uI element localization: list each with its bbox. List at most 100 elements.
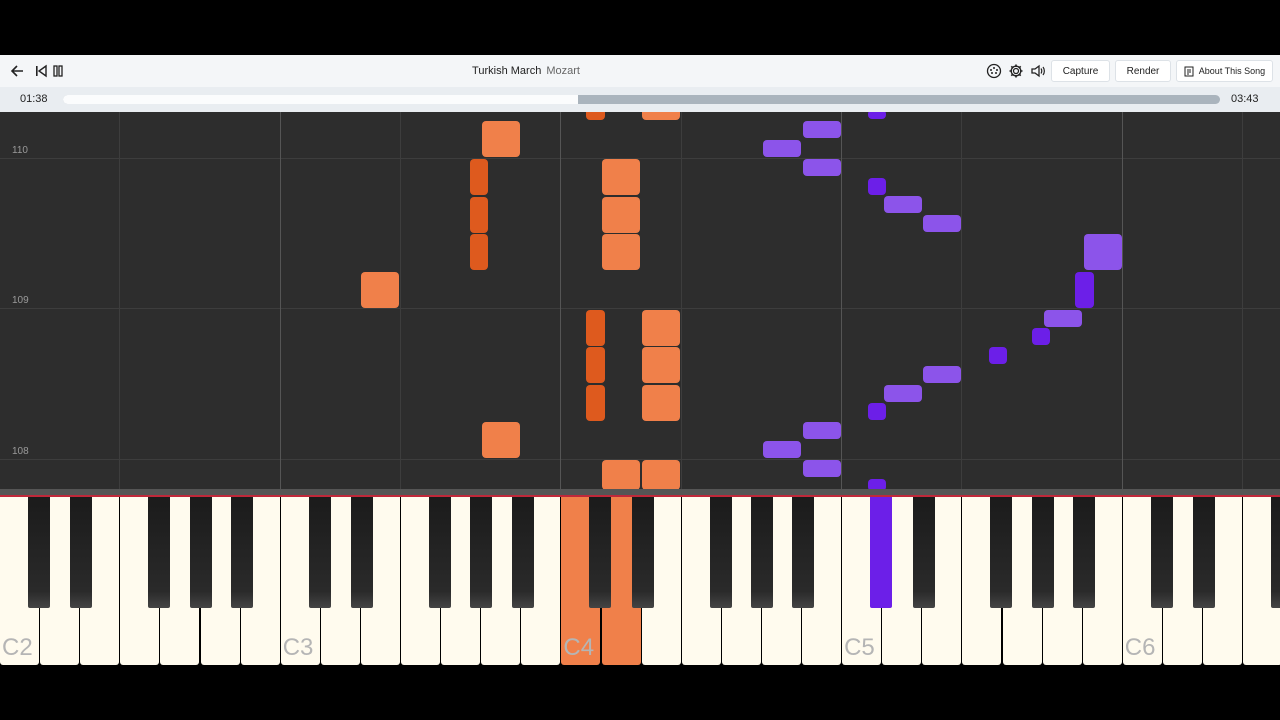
piano-key-a-sharp5[interactable]	[1072, 497, 1095, 608]
left-hand-note	[803, 121, 841, 138]
right-hand-note	[602, 234, 640, 270]
song-title-text: Turkish March	[472, 65, 542, 77]
octave-label: C5	[844, 634, 875, 661]
piano-key-c-sharp5[interactable]	[870, 497, 892, 608]
playhead-line	[0, 489, 1280, 497]
left-hand-note	[923, 215, 961, 232]
right-hand-note	[642, 112, 680, 120]
piano-key-d-sharp4[interactable]	[631, 497, 654, 608]
right-hand-note	[602, 460, 640, 489]
render-button[interactable]: Render	[1115, 60, 1171, 82]
piano-key-c-sharp3[interactable]	[308, 497, 331, 608]
piano-key-a-sharp3[interactable]	[511, 497, 534, 608]
left-hand-note	[884, 196, 922, 213]
right-hand-note	[586, 112, 605, 120]
speaker-icon[interactable]	[1029, 62, 1047, 80]
right-hand-note	[602, 159, 640, 195]
left-hand-note	[868, 178, 886, 195]
midi-port-icon[interactable]	[985, 62, 1003, 80]
piano-key-c-sharp4[interactable]	[589, 497, 612, 608]
left-hand-note	[763, 140, 801, 157]
octave-guide-line	[560, 112, 562, 489]
left-hand-note	[1075, 272, 1094, 308]
piano-key-f-sharp4[interactable]	[709, 497, 732, 608]
left-hand-note	[868, 479, 886, 489]
piano-key-d-sharp5[interactable]	[912, 497, 935, 608]
piano-key-g-sharp4[interactable]	[750, 497, 773, 608]
left-hand-note	[868, 403, 886, 420]
right-hand-note	[642, 347, 680, 383]
right-hand-note	[602, 197, 640, 233]
seek-slider[interactable]	[63, 95, 1220, 104]
right-hand-note	[482, 121, 520, 157]
measure-line	[0, 158, 1280, 159]
song-composer: Mozart	[546, 65, 580, 77]
left-hand-note	[868, 112, 886, 119]
right-hand-note	[470, 197, 488, 233]
piano-key-d-sharp3[interactable]	[351, 497, 374, 608]
piano-key-a-sharp4[interactable]	[792, 497, 815, 608]
piano-key-d-sharp2[interactable]	[70, 497, 93, 608]
piano-key-f-sharp3[interactable]	[428, 497, 451, 608]
measure-line	[0, 459, 1280, 460]
right-hand-note	[586, 385, 605, 421]
guide-line	[1242, 112, 1244, 489]
guide-line	[961, 112, 963, 489]
measure-number: 109	[12, 295, 29, 306]
measure-number: 108	[12, 446, 29, 457]
piano-roll: 110 109 108	[0, 112, 1280, 489]
right-hand-note	[642, 460, 680, 489]
total-time: 03:43	[1231, 93, 1259, 105]
left-hand-note	[1084, 234, 1122, 270]
octave-label: C6	[1124, 634, 1156, 661]
left-hand-note	[884, 385, 922, 402]
measure-number: 110	[12, 145, 28, 156]
about-song-button[interactable]: About This Song	[1176, 60, 1273, 82]
guide-line	[400, 112, 401, 489]
seek-slider-fill	[63, 95, 578, 104]
piano-key-g-sharp5[interactable]	[1031, 497, 1054, 608]
octave-label: C4	[563, 634, 595, 661]
left-hand-note	[923, 366, 961, 383]
piano-key-f-sharp6[interactable]	[1271, 497, 1280, 608]
left-hand-note	[1044, 310, 1082, 327]
right-hand-note	[642, 310, 680, 346]
left-hand-note	[803, 460, 841, 477]
piano-key-g-sharp2[interactable]	[189, 497, 212, 608]
piano-key-f-sharp5[interactable]	[990, 497, 1013, 608]
right-hand-note	[482, 422, 520, 458]
left-hand-note	[763, 441, 801, 458]
piano-key-f-sharp2[interactable]	[148, 497, 171, 608]
right-hand-note	[470, 159, 488, 195]
piano-key-c-sharp6[interactable]	[1150, 497, 1173, 608]
piano-key-d-sharp6[interactable]	[1193, 497, 1216, 608]
playback-progress-bar: 01:38 03:43	[0, 87, 1280, 112]
octave-label: C2	[2, 634, 33, 661]
right-hand-note	[361, 272, 399, 308]
current-time: 01:38	[20, 93, 48, 105]
guide-line	[119, 112, 121, 489]
capture-button[interactable]: Capture	[1051, 60, 1110, 82]
left-hand-note	[989, 347, 1007, 364]
right-hand-note	[470, 234, 488, 270]
octave-guide-line	[279, 112, 281, 489]
measure-line	[0, 308, 1280, 309]
about-song-label: About This Song	[1198, 66, 1266, 76]
piano-keyboard: C2 C3 C4 C5 C6	[0, 497, 1280, 665]
song-title: Turkish March Mozart	[0, 55, 1052, 87]
left-hand-note	[1032, 328, 1050, 345]
right-hand-note	[586, 310, 605, 346]
gear-icon[interactable]	[1007, 62, 1025, 80]
piano-key-c-sharp2[interactable]	[27, 497, 50, 608]
right-hand-note	[642, 385, 680, 421]
guide-line	[680, 112, 682, 489]
octave-label: C3	[282, 634, 314, 661]
left-hand-note	[803, 159, 841, 176]
right-hand-note	[586, 347, 605, 383]
top-toolbar: Turkish March Mozart Capture Render Abou…	[0, 55, 1280, 87]
left-hand-note	[803, 422, 841, 439]
piano-key-g-sharp3[interactable]	[470, 497, 493, 608]
octave-guide-line	[841, 112, 843, 489]
piano-key-a-sharp2[interactable]	[230, 497, 253, 608]
octave-guide-line	[1121, 112, 1123, 489]
